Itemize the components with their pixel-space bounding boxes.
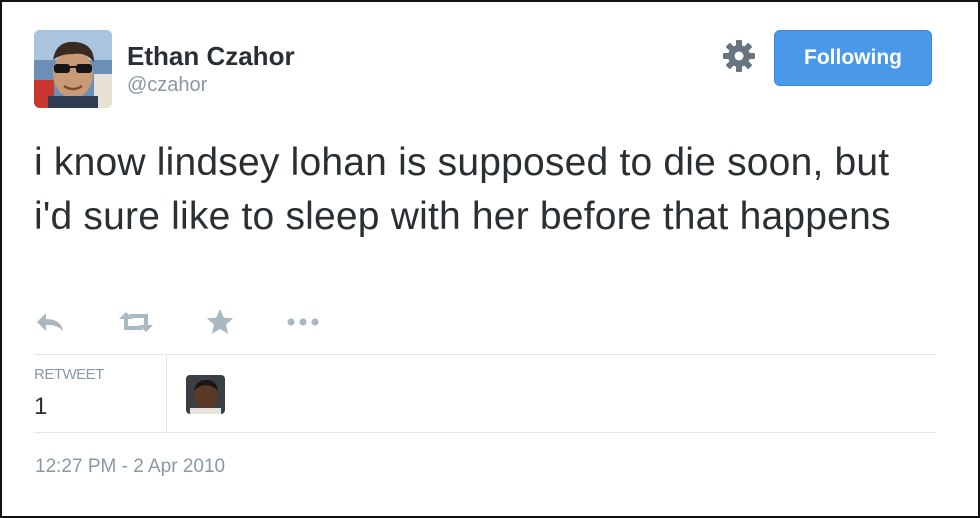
author-avatar[interactable] [34,30,112,108]
tweet-stats: RETWEET 1 [34,355,936,432]
tweet-header: Ethan Czahor @czahor Following [34,30,932,110]
author-name-block: Ethan Czahor @czahor [127,41,295,97]
retweet-icon[interactable] [118,304,154,340]
more-dots-icon[interactable] [286,304,320,340]
gear-icon[interactable] [721,38,757,74]
following-button[interactable]: Following [774,30,932,86]
tweet-card: Ethan Czahor @czahor Following i know li… [0,0,980,518]
author-avatar-image [34,30,112,108]
tweet-text: i know lindsey lohan is supposed to die … [34,141,891,238]
retweet-stat-label: RETWEET [34,366,104,383]
favorite-star-icon[interactable] [206,304,234,340]
stats-divider-bottom [34,432,936,433]
author-fullname[interactable]: Ethan Czahor [127,41,295,71]
tweet-timestamp[interactable]: 12:27 PM - 2 Apr 2010 [35,456,225,478]
retweet-stat[interactable]: RETWEET 1 [34,355,167,432]
retweeter-avatar[interactable] [186,375,225,414]
author-handle[interactable]: @czahor [127,73,295,97]
reply-icon[interactable] [34,304,66,340]
retweet-stat-count: 1 [34,393,48,420]
